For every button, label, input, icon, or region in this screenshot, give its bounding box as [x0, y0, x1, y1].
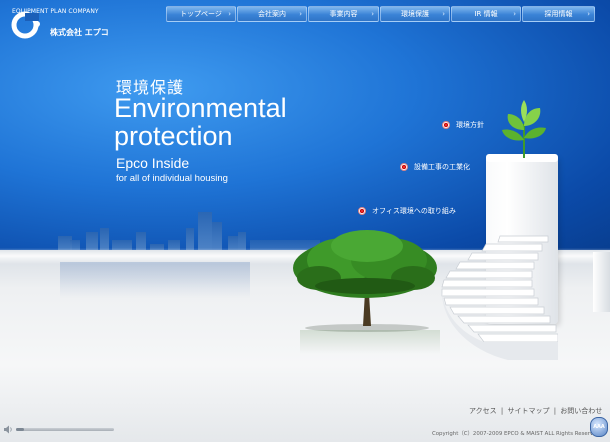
footer-link-contact[interactable]: お問い合わせ: [560, 407, 602, 415]
nav-item-label: トップページ: [180, 10, 222, 18]
nav-item-label: 環境保護: [401, 10, 429, 18]
hotspot-label: 環境方針: [456, 121, 484, 129]
page-title-en-line1: Environmental: [114, 93, 287, 123]
nav-item-business[interactable]: 事業内容 ›: [308, 6, 379, 22]
volume-slider[interactable]: [16, 428, 114, 431]
red-dot-icon: [442, 121, 450, 129]
company-name-en: EQUIPMENT PLAN COMPANY: [12, 8, 99, 15]
red-dot-icon: [358, 207, 366, 215]
tree-illustration: [293, 230, 437, 332]
page-stage: EQUIPMENT PLAN COMPANY 株式会社 エプコ トップページ ›…: [0, 0, 610, 442]
nav-item-environment[interactable]: 環境保護 ›: [380, 6, 450, 22]
nav-item-label: IR 情報: [474, 10, 498, 18]
chevron-right-icon: ›: [587, 10, 590, 18]
footer-links: アクセス | サイトマップ | お問い合わせ: [468, 406, 603, 416]
accessibility-badge-icon[interactable]: AAA: [590, 417, 608, 437]
footer-separator: |: [500, 407, 504, 415]
volume-fill: [16, 428, 24, 431]
hotspot-office-environment[interactable]: オフィス環境への取り組み: [358, 206, 456, 216]
hotspot-label: 設備工事の工業化: [414, 163, 470, 171]
skyline-reflection: [60, 262, 250, 298]
nav-item-recruit[interactable]: 採用情報 ›: [522, 6, 595, 22]
sprout-icon: [502, 100, 546, 158]
chevron-right-icon: ›: [513, 10, 516, 18]
page-title-en-line2: protection: [114, 121, 233, 151]
sub-tagline: for all of individual housing: [116, 173, 228, 184]
footer-separator: |: [553, 407, 557, 415]
small-cube: [593, 252, 610, 312]
copyright: Copyright（C）2007-2009 EPCO & MAIST ALL R…: [432, 431, 600, 437]
chevron-right-icon: ›: [299, 10, 302, 18]
hotspot-label: オフィス環境への取り組み: [372, 207, 456, 215]
company-name-jp: 株式会社 エプコ: [50, 28, 109, 37]
red-dot-icon: [400, 163, 408, 171]
nav-item-company[interactable]: 会社案内 ›: [237, 6, 307, 22]
tagline: Epco Inside: [116, 155, 190, 171]
chevron-right-icon: ›: [371, 10, 374, 18]
nav-item-ir[interactable]: IR 情報 ›: [451, 6, 521, 22]
nav-item-label: 採用情報: [544, 10, 573, 18]
hotspot-industrialization[interactable]: 設備工事の工業化: [400, 162, 470, 172]
nav-item-label: 事業内容: [329, 10, 358, 18]
nav-item-top[interactable]: トップページ ›: [166, 6, 236, 22]
sound-control[interactable]: [4, 425, 114, 434]
hotspot-environmental-policy[interactable]: 環境方針: [442, 120, 484, 130]
nav-item-label: 会社案内: [258, 10, 286, 18]
tree-reflection: [300, 330, 440, 354]
chevron-right-icon: ›: [442, 10, 445, 18]
spiral-staircase: [441, 235, 558, 360]
main-nav: トップページ › 会社案内 › 事業内容 › 環境保護 › IR 情報 › 採用…: [166, 6, 606, 22]
chevron-right-icon: ›: [228, 10, 231, 18]
footer-link-sitemap[interactable]: サイトマップ: [507, 407, 549, 415]
speaker-icon[interactable]: [4, 425, 13, 434]
page-title-en: Environmental protection: [114, 94, 334, 150]
footer-link-access[interactable]: アクセス: [469, 407, 497, 415]
